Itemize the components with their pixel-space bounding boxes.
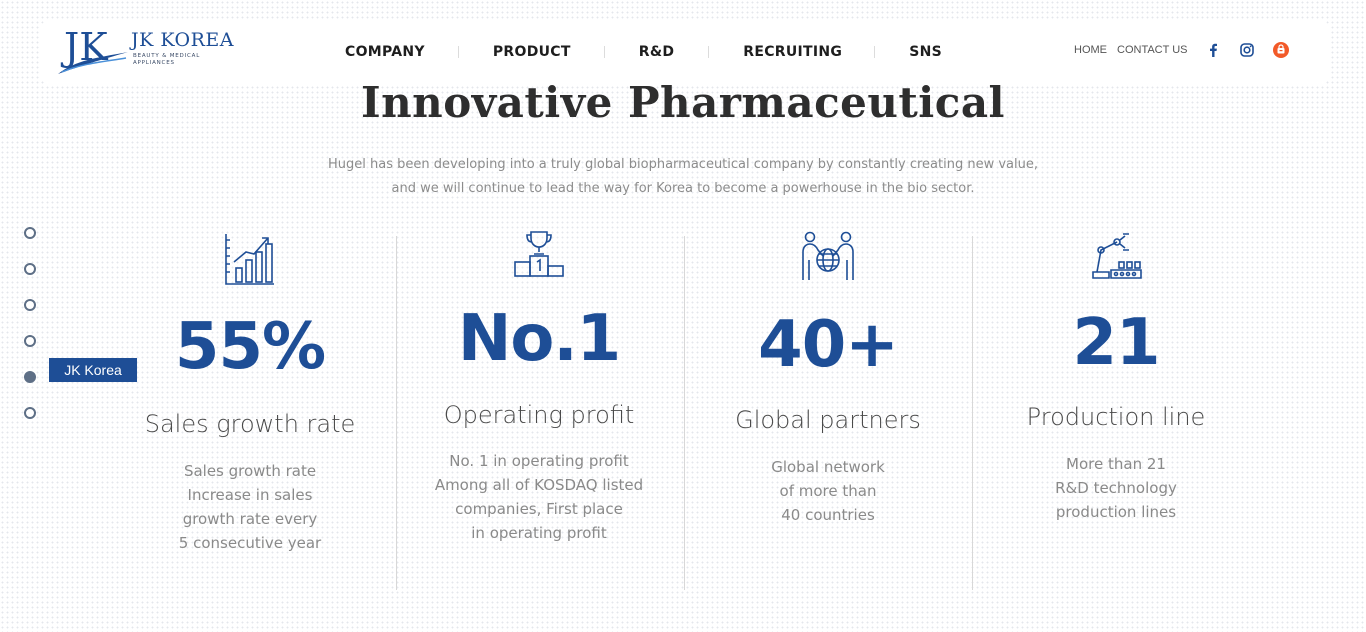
production-line-icon	[1092, 233, 1142, 279]
hero-desc-line: and we will continue to lead the way for…	[391, 181, 975, 196]
stat-card-production-line: 21 Production line More than 21 R&D tech…	[972, 230, 1260, 570]
hero-description: Hugel has been developing into a truly g…	[0, 153, 1366, 201]
stat-card-operating-profit: No.1 Operating profit No. 1 in operating…	[395, 230, 683, 570]
hero-title: Innovative Pharmaceutical	[361, 78, 1005, 127]
stat-card-sales-growth: 55% Sales growth rate Sales growth rate …	[106, 230, 394, 570]
stat-desc-line: More than 21	[1066, 455, 1166, 473]
nav-divider	[457, 46, 459, 58]
nav-recruiting[interactable]: RECRUITING	[743, 44, 842, 60]
jk-monogram-icon: JK	[58, 25, 128, 74]
stat-value: 21	[1072, 306, 1160, 380]
stat-value: 40+	[758, 308, 899, 382]
utility-nav: HOME CONTACT US	[1074, 20, 1290, 80]
stat-description: Global network of more than 40 countries	[684, 455, 972, 527]
nav-divider	[708, 46, 710, 58]
section-dot-5-active[interactable]	[24, 371, 36, 383]
stat-value: 55%	[174, 310, 326, 384]
shop-icon[interactable]	[1272, 41, 1290, 59]
stat-description: More than 21 R&D technology production l…	[972, 452, 1260, 524]
stat-desc-line: growth rate every	[182, 510, 318, 528]
stat-label: Sales growth rate	[144, 410, 356, 438]
main-nav: COMPANY PRODUCT R&D RECRUITING SNS	[305, 20, 942, 84]
nav-divider	[603, 46, 605, 58]
facebook-icon[interactable]	[1204, 41, 1222, 59]
stat-card-global-partners: 40+ Global partners Global network of mo…	[684, 230, 972, 570]
nav-company[interactable]: COMPANY	[345, 44, 425, 60]
nav-rnd[interactable]: R&D	[639, 44, 675, 60]
stat-desc-line: No. 1 in operating profit	[449, 452, 629, 470]
nav-sns[interactable]: SNS	[909, 44, 942, 60]
trophy-podium-icon	[514, 231, 564, 277]
stat-description: No. 1 in operating profit Among all of K…	[395, 449, 683, 545]
brand-name: JK KOREA	[131, 29, 235, 51]
section-dot-2[interactable]	[24, 263, 36, 275]
instagram-icon[interactable]	[1238, 41, 1256, 59]
stat-label: Production line	[1026, 403, 1206, 431]
growth-chart-icon	[225, 234, 274, 285]
stat-desc-line: Among all of KOSDAQ listed	[434, 476, 644, 494]
nav-divider	[874, 46, 876, 58]
section-dots	[24, 227, 36, 443]
section-dot-1[interactable]	[24, 227, 36, 239]
home-link[interactable]: HOME	[1074, 44, 1107, 56]
section-dot-6[interactable]	[24, 407, 36, 419]
stat-desc-line: in operating profit	[471, 524, 607, 542]
stat-desc-line: 5 consecutive year	[178, 534, 322, 552]
stat-desc-line: R&D technology	[1055, 479, 1177, 497]
site-header: JK JK KOREA BEAUTY & MEDICAL APPLIANCES …	[40, 20, 1330, 84]
stat-desc-line: Global network	[771, 458, 885, 476]
stat-value: No.1	[457, 302, 621, 376]
stat-label: Operating profit	[443, 401, 635, 429]
stat-description: Sales growth rate Increase in sales grow…	[106, 459, 394, 555]
stat-desc-line: Increase in sales	[187, 486, 313, 504]
stat-desc-line: 40 countries	[781, 506, 875, 524]
section-dot-3[interactable]	[24, 299, 36, 311]
stat-desc-line: of more than	[779, 482, 877, 500]
global-partners-icon	[802, 231, 854, 280]
nav-product[interactable]: PRODUCT	[493, 44, 571, 60]
stat-desc-line: production lines	[1055, 503, 1177, 521]
section-dot-4[interactable]	[24, 335, 36, 347]
brand-logo[interactable]: JK JK KOREA BEAUTY & MEDICAL APPLIANCES	[56, 22, 246, 80]
stat-desc-line: Sales growth rate	[183, 462, 317, 480]
stat-desc-line: companies, First place	[455, 500, 623, 518]
stat-label: Global partners	[735, 406, 921, 434]
brand-tagline: BEAUTY & MEDICAL APPLIANCES	[133, 53, 201, 66]
contact-us-link[interactable]: CONTACT US	[1117, 44, 1188, 56]
hero-desc-line: Hugel has been developing into a truly g…	[328, 157, 1038, 172]
